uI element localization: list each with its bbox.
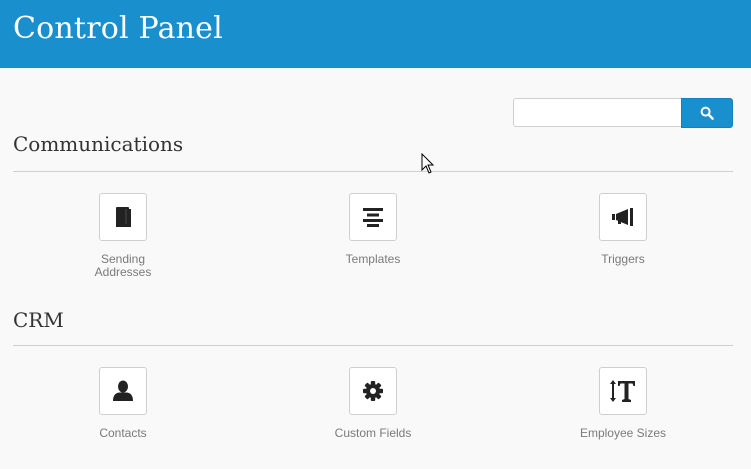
tile-custom-fields[interactable]: Custom Fields <box>298 367 448 440</box>
tile-templates[interactable]: Templates <box>298 193 448 266</box>
tile-icon-box <box>99 193 147 241</box>
user-icon <box>113 380 133 401</box>
tile-icon-box <box>599 193 647 241</box>
tile-label: Sending Addresses <box>94 252 152 279</box>
megaphone-icon <box>612 208 633 226</box>
tile-sending-addresses[interactable]: Sending Addresses <box>48 193 198 279</box>
tile-icon-box <box>349 193 397 241</box>
book-icon <box>116 207 131 227</box>
text-height-icon <box>610 380 635 402</box>
tile-icon-box <box>349 367 397 415</box>
tile-label: Custom Fields <box>334 426 412 440</box>
mouse-cursor-icon <box>421 153 435 174</box>
tile-label: Contacts <box>99 426 147 440</box>
tile-label: Templates <box>345 252 401 266</box>
tile-triggers[interactable]: Triggers <box>548 193 698 266</box>
page-title: Control Panel <box>13 11 223 46</box>
search-button[interactable] <box>681 98 733 128</box>
search-input[interactable] <box>513 98 681 127</box>
header-bar: Control Panel <box>0 0 751 68</box>
tile-label: Employee Sizes <box>579 426 667 440</box>
section-divider <box>13 345 733 346</box>
search-icon <box>700 106 714 120</box>
tile-icon-box <box>99 367 147 415</box>
section-divider <box>13 171 733 172</box>
section-title-crm: CRM <box>13 308 64 332</box>
tile-icon-box <box>599 367 647 415</box>
tile-contacts[interactable]: Contacts <box>48 367 198 440</box>
tile-employee-sizes[interactable]: Employee Sizes <box>548 367 698 440</box>
align-center-icon <box>363 208 383 227</box>
gear-icon <box>363 381 383 401</box>
tile-label: Triggers <box>601 252 645 266</box>
section-title-communications: Communications <box>13 132 184 156</box>
